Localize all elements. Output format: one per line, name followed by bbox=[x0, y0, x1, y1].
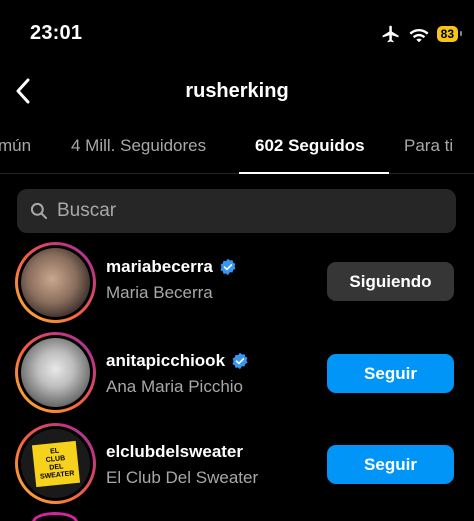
search-icon bbox=[30, 202, 48, 220]
username[interactable]: mariabecerra bbox=[106, 257, 213, 277]
story-ring[interactable] bbox=[15, 242, 96, 323]
user-info: anitapicchiook Ana Maria Picchio bbox=[106, 351, 249, 397]
username[interactable]: elclubdelsweater bbox=[106, 442, 243, 462]
verified-badge-icon bbox=[220, 258, 236, 276]
full-name: Maria Becerra bbox=[106, 283, 213, 302]
story-ring[interactable] bbox=[15, 332, 96, 413]
battery-icon: 83 bbox=[436, 26, 463, 42]
user-info: mariabecerra Maria Becerra bbox=[106, 257, 237, 303]
tab-following[interactable]: 602 Seguidos bbox=[255, 136, 365, 156]
sweater-logo: EL CLUB DEL SWEATER bbox=[31, 440, 80, 487]
page-title: rusherking bbox=[185, 80, 289, 102]
wifi-icon bbox=[409, 29, 429, 42]
search-placeholder: Buscar bbox=[57, 200, 117, 221]
status-icons: 83 bbox=[381, 24, 463, 44]
search-input[interactable]: Buscar bbox=[17, 189, 456, 233]
username[interactable]: anitapicchiook bbox=[106, 351, 225, 371]
list-item[interactable]: EL CLUB DEL SWEATER elclubdelsweater El … bbox=[0, 420, 474, 510]
status-time: 23:01 bbox=[30, 22, 83, 44]
follow-button[interactable]: Seguir bbox=[327, 445, 454, 484]
full-name: El Club Del Sweater bbox=[106, 468, 259, 487]
tab-followers[interactable]: 4 Mill. Seguidores bbox=[71, 136, 206, 156]
airplane-icon bbox=[382, 25, 399, 43]
profile-header: rusherking bbox=[0, 68, 474, 114]
tab-common[interactable]: mún bbox=[0, 136, 31, 156]
list-item[interactable]: mariabecerra Maria Becerra Siguiendo bbox=[0, 239, 474, 329]
story-ring[interactable] bbox=[32, 512, 78, 521]
avatar: EL CLUB DEL SWEATER bbox=[21, 429, 90, 498]
avatar bbox=[21, 338, 90, 407]
avatar bbox=[21, 248, 90, 317]
status-bar: 23:01 83 bbox=[0, 0, 474, 68]
list-item[interactable]: anitapicchiook Ana Maria Picchio Seguir bbox=[0, 329, 474, 419]
following-button[interactable]: Siguiendo bbox=[327, 262, 454, 301]
follow-tabs: mún 4 Mill. Seguidores 602 Seguidos Para… bbox=[0, 128, 474, 174]
active-tab-indicator bbox=[239, 172, 389, 174]
full-name: Ana Maria Picchio bbox=[106, 377, 244, 396]
follow-button[interactable]: Seguir bbox=[327, 354, 454, 393]
verified-badge-icon bbox=[232, 352, 248, 370]
story-ring[interactable]: EL CLUB DEL SWEATER bbox=[15, 423, 96, 504]
tab-for-you[interactable]: Para ti bbox=[404, 136, 453, 156]
user-info: elclubdelsweater El Club Del Sweater bbox=[106, 442, 258, 488]
